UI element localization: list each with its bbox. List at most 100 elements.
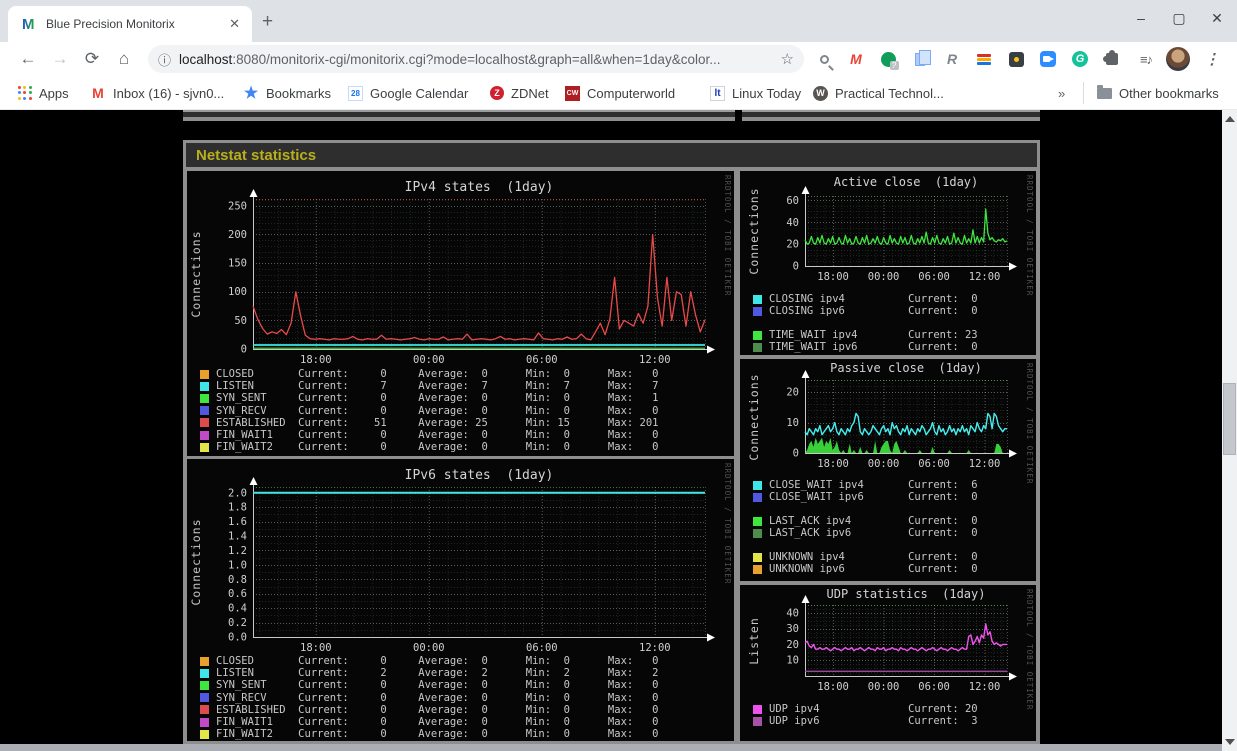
- legend-row: LAST_ACK ipv4 Current: 0: [753, 515, 978, 527]
- vertical-scrollbar[interactable]: [1222, 110, 1237, 751]
- profile-avatar[interactable]: [1166, 47, 1190, 71]
- bookmark-label: Google Calendar: [370, 85, 469, 101]
- legend-text: CLOSED Current: 0 Average: 0 Min: 0 Max:…: [216, 655, 659, 667]
- legend-row: UNKNOWN ipv4 Current: 0: [753, 551, 978, 563]
- voice-extension-icon[interactable]: [876, 47, 900, 71]
- legend-swatch: [753, 306, 762, 316]
- y-axis-title: Listen: [747, 616, 761, 665]
- browser-toolbar: ← → ⟳ ⌂ ⓘ localhost:8080/monitorix-cgi/m…: [0, 42, 1237, 76]
- back-icon[interactable]: ←: [14, 45, 42, 73]
- legend-swatch: [753, 492, 762, 502]
- udp-statistics-graph[interactable]: [740, 585, 1036, 693]
- bookmark-bookmarks[interactable]: ★ Bookmarks: [243, 83, 331, 103]
- url-text[interactable]: localhost:8080/monitorix-cgi/monitorix.c…: [179, 52, 773, 67]
- bookmark-computerworld[interactable]: CW Computerworld: [565, 83, 675, 103]
- bookmark-linux-today[interactable]: lt Linux Today: [710, 83, 801, 103]
- rrdtool-watermark: RRDTOOL / TOBI OETIKER: [1025, 363, 1034, 485]
- legend-text: FIN_WAIT2 Current: 0 Average: 0 Min: 0 M…: [216, 728, 659, 741]
- star-icon: ★: [243, 85, 259, 102]
- ipv4-states-chart-panel[interactable]: Connections RRDTOOL / TOBI OETIKER CLOSED …: [187, 171, 734, 456]
- legend-row: FIN_WAIT1 Current: 0 Average: 0 Min: 0 M…: [200, 716, 659, 728]
- other-bookmarks[interactable]: Other bookmarks: [1096, 83, 1219, 103]
- rrdtool-watermark: RRDTOOL / TOBI OETIKER: [723, 175, 732, 297]
- legend-row: CLOSING ipv6 Current: 0: [753, 305, 978, 317]
- legend-text: UDP ipv6 Current: 3: [769, 715, 978, 727]
- apps-grid-icon: [18, 86, 32, 100]
- new-tab-button[interactable]: +: [262, 11, 273, 33]
- scrollbar-up-arrow-icon[interactable]: [1225, 116, 1235, 122]
- legend-row: UDP ipv6 Current: 3: [753, 715, 978, 727]
- bookmark-label: Apps: [39, 85, 69, 101]
- legend-row: CLOSE_WAIT ipv4 Current: 6: [753, 479, 978, 491]
- bookmark-practical-tech[interactable]: W Practical Technol...: [813, 83, 944, 103]
- legend-row: SYN_SENT Current: 0 Average: 0 Min: 0 Ma…: [200, 392, 659, 404]
- bookmarks-divider: [1083, 82, 1084, 104]
- browser-tab[interactable]: M Blue Precision Monitorix ✕: [8, 6, 252, 42]
- legend-swatch: [753, 704, 762, 714]
- bookmark-label: Bookmarks: [266, 85, 332, 101]
- legend-text: TIME_WAIT ipv4 Current: 23: [769, 329, 978, 341]
- r-extension-icon[interactable]: R: [940, 47, 964, 71]
- legend-row: ESTABLISHED Current: 0 Average: 0 Min: 0…: [200, 704, 659, 716]
- legend-row: FIN_WAIT2 Current: 0 Average: 0 Min: 0 M…: [200, 441, 659, 453]
- keeper-extension-icon[interactable]: [1004, 47, 1028, 71]
- scrollbar-thumb[interactable]: [1223, 383, 1236, 455]
- legend-swatch: [200, 656, 209, 666]
- legend-swatch: [753, 294, 762, 304]
- legend-row: TIME_WAIT ipv6 Current: 0: [753, 341, 978, 353]
- legend-text: TIME_WAIT ipv6 Current: 0: [769, 341, 978, 353]
- legend-swatch: [200, 418, 209, 428]
- reload-icon[interactable]: ⟳: [78, 45, 106, 73]
- legend-row: CLOSING ipv4 Current: 0: [753, 293, 978, 305]
- bookmark-inbox[interactable]: M Inbox (16) - sjvn0...: [90, 83, 224, 103]
- legend-row: SYN_SENT Current: 0 Average: 0 Min: 0 Ma…: [200, 679, 659, 691]
- previous-section-bottom-left: [183, 110, 735, 121]
- url-host: localhost: [179, 51, 233, 67]
- page-info-icon[interactable]: ⓘ: [158, 50, 171, 69]
- legend-row: UDP ipv4 Current: 20: [753, 703, 978, 715]
- bookmark-zdnet[interactable]: Z ZDNet: [490, 83, 549, 103]
- bookmark-label: ZDNet: [511, 85, 549, 101]
- udp-statistics-chart-panel[interactable]: Listen RRDTOOL / TOBI OETIKER UDP ipv4 Cur…: [740, 585, 1036, 741]
- bookmarks-overflow-chevron[interactable]: »: [1058, 83, 1065, 103]
- legend-text: CLOSING ipv6 Current: 0: [769, 305, 978, 317]
- playlist-icon[interactable]: ≡♪: [1134, 47, 1158, 71]
- chrome-menu-icon[interactable]: ⋮: [1200, 47, 1224, 71]
- url-bar[interactable]: ⓘ localhost:8080/monitorix-cgi/monitorix…: [148, 45, 804, 73]
- books-extension-icon[interactable]: [972, 47, 996, 71]
- legend-text: FIN_WAIT1 Current: 0 Average: 0 Min: 0 M…: [216, 429, 659, 441]
- window-close-button[interactable]: ✕: [1209, 10, 1225, 27]
- legend-swatch: [200, 717, 209, 727]
- active-close-graph[interactable]: [740, 171, 1036, 283]
- legend-swatch: [200, 430, 209, 440]
- bookmark-star-icon[interactable]: ☆: [781, 50, 794, 68]
- zoom-extension-icon[interactable]: [1036, 47, 1060, 71]
- url-path: :8080/monitorix-cgi/monitorix.cgi?mode=l…: [232, 51, 721, 67]
- ipv4-states-graph[interactable]: [187, 171, 734, 367]
- scrollbar-down-arrow-icon[interactable]: [1225, 739, 1235, 745]
- ipv6-states-chart-panel[interactable]: Connections RRDTOOL / TOBI OETIKER CLOSED …: [187, 459, 734, 741]
- search-extension-icon[interactable]: [812, 47, 836, 71]
- home-icon[interactable]: ⌂: [110, 45, 138, 73]
- legend-text: UNKNOWN ipv4 Current: 0: [769, 551, 978, 563]
- svg-text:M: M: [22, 16, 35, 32]
- passive-close-graph[interactable]: [740, 359, 1036, 469]
- calendar-icon: 28: [348, 85, 363, 101]
- copy-pages-extension-icon[interactable]: [908, 47, 932, 71]
- bookmark-apps[interactable]: Apps: [18, 83, 69, 103]
- legend-row: CLOSED Current: 0 Average: 0 Min: 0 Max:…: [200, 368, 659, 380]
- ipv6-states-graph[interactable]: [187, 459, 734, 655]
- window-minimize-button[interactable]: –: [1133, 10, 1149, 27]
- grammarly-extension-icon[interactable]: G: [1068, 47, 1092, 71]
- passive-close-chart-panel[interactable]: Connections RRDTOOL / TOBI OETIKER CLOSE_W…: [740, 359, 1036, 581]
- active-close-chart-panel[interactable]: Connections RRDTOOL / TOBI OETIKER CLOSING…: [740, 171, 1036, 355]
- gmail-extension-icon[interactable]: M: [844, 47, 868, 71]
- window-maximize-button[interactable]: ▢: [1171, 10, 1187, 27]
- forward-icon[interactable]: →: [46, 45, 74, 73]
- extensions-puzzle-icon[interactable]: [1100, 47, 1124, 71]
- bookmark-google-calendar[interactable]: 28 Google Calendar: [348, 83, 468, 103]
- legend-text: LAST_ACK ipv4 Current: 0: [769, 515, 978, 527]
- legend-row: CLOSED Current: 0 Average: 0 Min: 0 Max:…: [200, 655, 659, 667]
- legend-swatch: [753, 552, 762, 562]
- tab-close-icon[interactable]: ✕: [225, 16, 244, 32]
